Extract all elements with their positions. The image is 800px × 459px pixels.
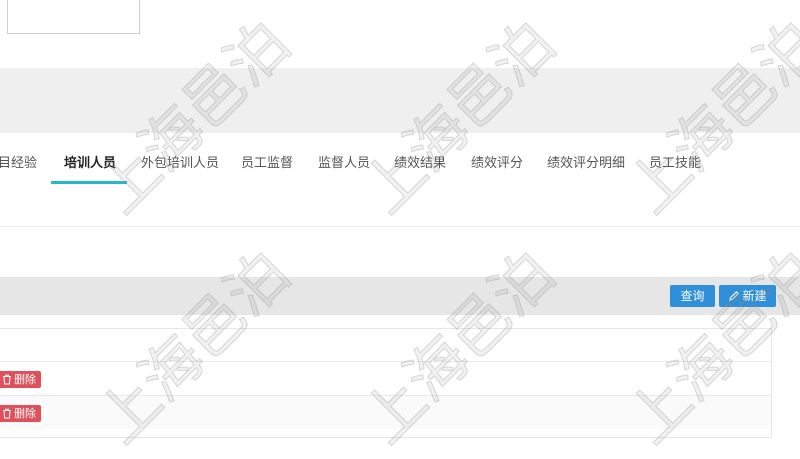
header-band	[0, 68, 800, 133]
active-tab-indicator	[51, 181, 127, 184]
tab-performance-scoring-details[interactable]: 绩效评分明细	[547, 133, 625, 185]
new-button[interactable]: 新建	[719, 285, 776, 307]
tab-performance-scoring[interactable]: 绩效评分	[471, 133, 523, 185]
data-table: 删除 删除	[0, 328, 772, 438]
pencil-icon	[729, 291, 740, 301]
delete-button-label: 删除	[14, 407, 36, 420]
tab-employee-supervision[interactable]: 员工监督	[241, 133, 293, 185]
table-row: 删除	[0, 361, 771, 395]
tab-outsourced-training-staff[interactable]: 外包培训人员	[141, 133, 219, 185]
delete-button[interactable]: 删除	[0, 371, 41, 388]
tab-performance-results[interactable]: 绩效结果	[394, 133, 446, 185]
query-button-label: 查询	[680, 289, 705, 303]
tab-bar: 目经验 培训人员 外包培训人员 员工监督 监督人员 绩效结果 绩效评分 绩效评分…	[0, 133, 800, 227]
trash-icon	[3, 408, 11, 419]
delete-button[interactable]: 删除	[0, 405, 41, 422]
tab-project-experience[interactable]: 目经验	[0, 133, 37, 185]
new-button-label: 新建	[742, 289, 767, 303]
tab-employee-skills[interactable]: 员工技能	[649, 133, 701, 185]
tab-training-staff[interactable]: 培训人员	[64, 133, 116, 185]
action-toolbar: 查询 新建	[0, 277, 800, 315]
delete-button-label: 删除	[14, 373, 36, 386]
trash-icon	[3, 374, 11, 385]
top-input-box[interactable]	[7, 0, 140, 34]
table-row: 删除	[0, 395, 771, 429]
query-button[interactable]: 查询	[670, 285, 715, 307]
tab-supervisors[interactable]: 监督人员	[318, 133, 370, 185]
